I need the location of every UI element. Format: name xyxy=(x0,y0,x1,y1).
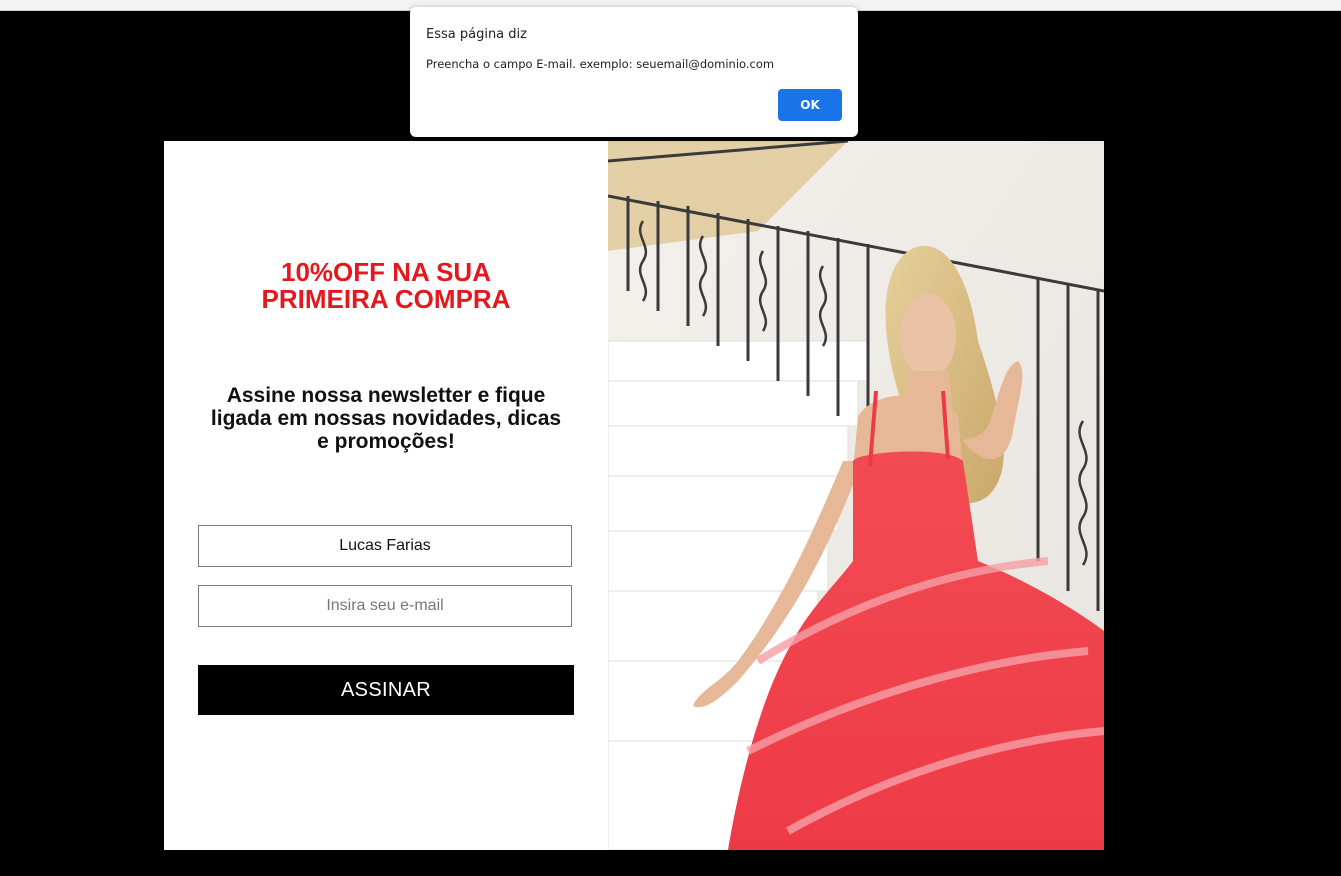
name-input[interactable] xyxy=(198,525,572,567)
promo-subtitle: Assine nossa newsletter e fique ligada e… xyxy=(210,384,562,453)
newsletter-form-panel: 10%OFF NA SUA PRIMEIRA COMPRA Assine nos… xyxy=(164,141,608,850)
browser-alert-dialog: Essa página diz Preencha o campo E-mail.… xyxy=(410,7,858,137)
alert-message: Preencha o campo E-mail. exemplo: seuema… xyxy=(426,57,775,71)
alert-title: Essa página diz xyxy=(426,27,527,42)
model-photo xyxy=(608,141,1104,850)
ok-button[interactable]: OK xyxy=(778,89,842,121)
email-input[interactable] xyxy=(198,585,572,627)
promo-headline: 10%OFF NA SUA PRIMEIRA COMPRA xyxy=(261,257,511,314)
subscribe-button[interactable]: ASSINAR xyxy=(198,665,574,715)
newsletter-popup: 10%OFF NA SUA PRIMEIRA COMPRA Assine nos… xyxy=(164,141,1104,850)
